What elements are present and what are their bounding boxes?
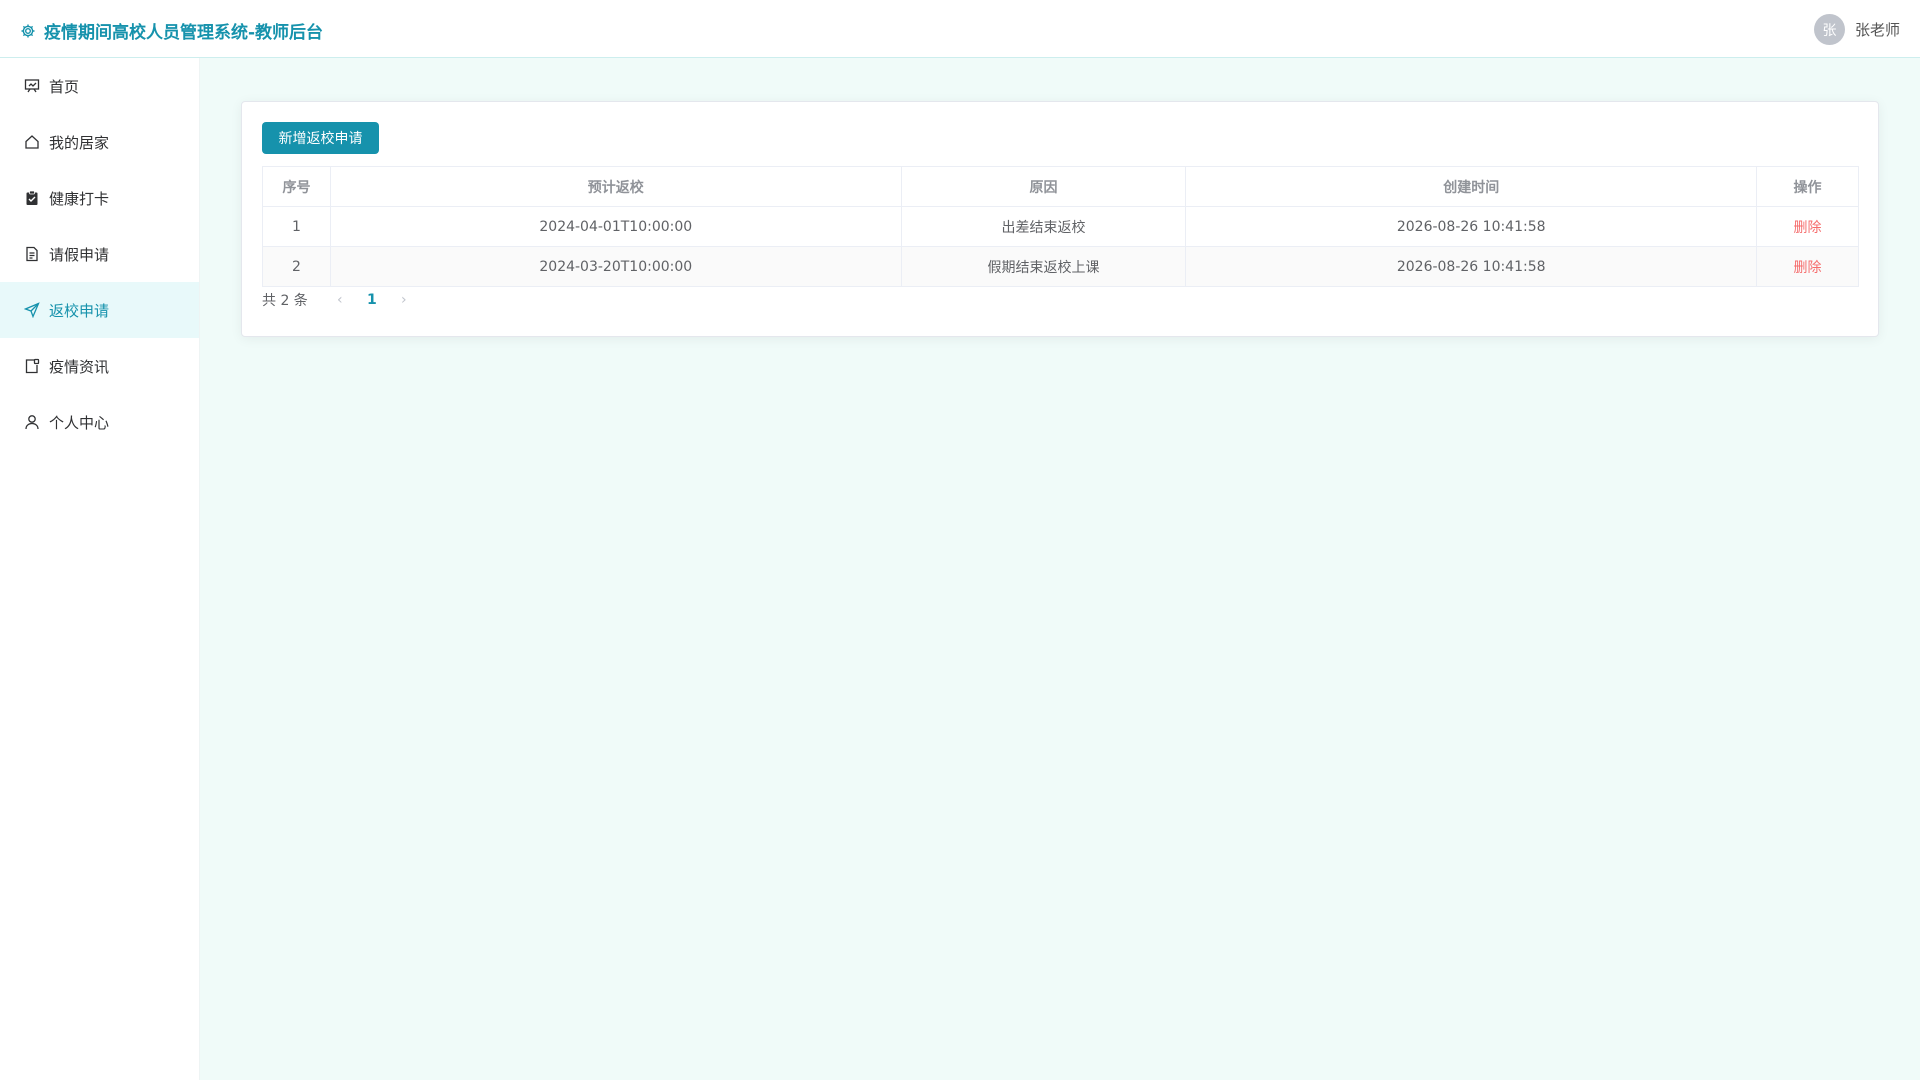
document-icon — [26, 246, 38, 262]
pagination-total: 共 2 条 — [262, 293, 308, 309]
brand: 疫情期间高校人员管理系统-教师后台 — [20, 18, 323, 43]
column-header-expected-return[interactable]: 预计返校 — [329, 166, 902, 207]
cell-expected-return: 2024-03-20T10:00:00 — [329, 246, 902, 287]
table-row: 2 2024-03-20T10:00:00 假期结束返校上课 2026-08-2… — [262, 246, 1859, 287]
cell-index: 1 — [262, 206, 331, 247]
sidebar-item-profile[interactable]: 个人中心 — [0, 394, 199, 450]
gear-icon — [21, 24, 35, 37]
sidebar-item-label: 首页 — [49, 77, 80, 96]
clipboard-check-icon — [26, 190, 38, 205]
column-header-index[interactable]: 序号 — [262, 166, 331, 207]
column-header-reason[interactable]: 原因 — [900, 166, 1187, 207]
table-row: 1 2024-04-01T10:00:00 出差结束返校 2026-08-26 … — [262, 206, 1859, 247]
cell-actions: 删除 — [1756, 246, 1859, 287]
return-request-table: 序号 预计返校 原因 创建时间 操作 1 2024-04-01T10:00:00… — [262, 166, 1859, 287]
column-header-actions: 操作 — [1756, 166, 1859, 207]
news-icon — [25, 358, 40, 374]
avatar[interactable]: 张 — [1813, 14, 1845, 45]
chevron-right-icon[interactable]: › — [388, 292, 420, 308]
sidebar-item-label: 请假申请 — [49, 245, 110, 264]
sidebar-item-label: 返校申请 — [49, 301, 110, 320]
user-icon — [25, 415, 39, 430]
app-title: 疫情期间高校人员管理系统-教师后台 — [44, 23, 324, 43]
cell-expected-return: 2024-04-01T10:00:00 — [329, 206, 902, 247]
sidebar-item-label: 健康打卡 — [49, 189, 110, 208]
sidebar-item-leave-request[interactable]: 请假申请 — [0, 226, 199, 282]
sidebar: 首页 我的居家 健康打卡 请假申请 返校申请 疫情资讯 个人中心 — [0, 58, 200, 1080]
house-icon — [25, 135, 39, 149]
sidebar-item-epidemic-news[interactable]: 疫情资讯 — [0, 338, 199, 394]
cell-created-time: 2026-08-26 10:41:58 — [1185, 246, 1758, 287]
cell-reason: 假期结束返校上课 — [900, 246, 1187, 287]
top-header: 疫情期间高校人员管理系统-教师后台 张 张老师 — [0, 0, 1920, 58]
cell-actions: 删除 — [1756, 206, 1859, 247]
sidebar-item-home[interactable]: 首页 — [0, 58, 199, 114]
send-icon — [24, 302, 40, 318]
delete-button[interactable]: 删除 — [1794, 260, 1822, 276]
sidebar-item-label: 个人中心 — [49, 413, 110, 432]
user-name[interactable]: 张老师 — [1855, 19, 1900, 40]
cell-created-time: 2026-08-26 10:41:58 — [1185, 206, 1758, 247]
presentation-icon — [24, 79, 40, 93]
sidebar-item-health-checkin[interactable]: 健康打卡 — [0, 170, 199, 226]
sidebar-item-return-request[interactable]: 返校申请 — [0, 282, 199, 338]
cell-reason: 出差结束返校 — [900, 206, 1187, 247]
pagination: 共 2 条 ‹ 1 › — [262, 290, 420, 310]
cell-index: 2 — [262, 246, 331, 287]
column-header-created-time[interactable]: 创建时间 — [1185, 166, 1758, 207]
content-card: 新增返校申请 序号 预计返校 原因 创建时间 操作 1 2024-04-01T1… — [241, 101, 1879, 337]
user-menu[interactable]: 张 张老师 — [1813, 14, 1900, 45]
pagination-page-current[interactable]: 1 — [356, 292, 388, 308]
table-header-row: 序号 预计返校 原因 创建时间 操作 — [262, 166, 1859, 207]
sidebar-item-my-home[interactable]: 我的居家 — [0, 114, 199, 170]
delete-button[interactable]: 删除 — [1794, 220, 1822, 236]
sidebar-item-label: 我的居家 — [49, 133, 110, 152]
add-return-request-button[interactable]: 新增返校申请 — [262, 122, 379, 154]
sidebar-item-label: 疫情资讯 — [49, 357, 110, 376]
chevron-left-icon[interactable]: ‹ — [324, 292, 356, 308]
